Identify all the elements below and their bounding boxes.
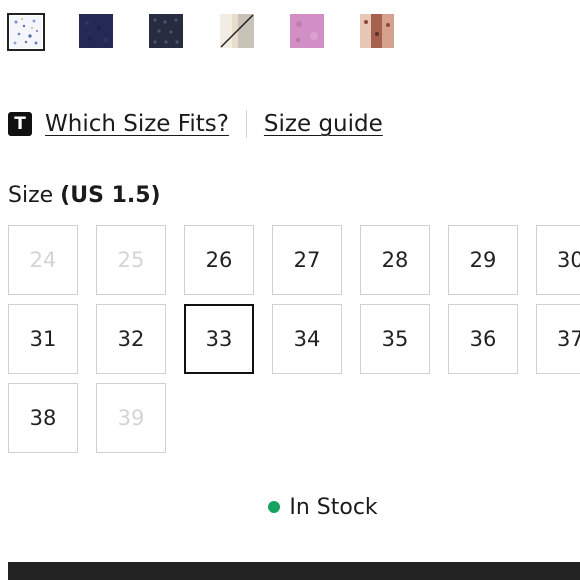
size-option-35[interactable]: 35 — [360, 304, 430, 374]
size-option-26[interactable]: 26 — [184, 225, 254, 295]
size-option-30[interactable]: 30 — [536, 225, 580, 295]
size-guide-link[interactable]: Size guide — [264, 111, 383, 137]
swatch-beige-unavailable[interactable] — [220, 14, 254, 48]
swatch-navy-dot[interactable] — [149, 14, 183, 48]
size-help-row: T Which Size Fits? Size guide — [8, 108, 383, 140]
color-swatches — [7, 13, 580, 52]
swatch-white-floral[interactable] — [7, 13, 45, 51]
size-option-34[interactable]: 34 — [272, 304, 342, 374]
swatch-brown-pattern[interactable] — [360, 14, 394, 48]
size-option-28[interactable]: 28 — [360, 225, 430, 295]
size-option-32[interactable]: 32 — [96, 304, 166, 374]
swatch-navy[interactable] — [79, 14, 113, 48]
size-option-25[interactable]: 25 — [96, 225, 166, 295]
size-option-33[interactable]: 33 — [184, 304, 254, 374]
which-size-fits-link[interactable]: Which Size Fits? — [45, 111, 229, 137]
in-stock-dot-icon — [268, 501, 281, 513]
t-logo-icon: T — [8, 112, 32, 136]
size-option-29[interactable]: 29 — [448, 225, 518, 295]
swatch-pink[interactable] — [290, 14, 324, 48]
size-option-36[interactable]: 36 — [448, 304, 518, 374]
add-to-bag-button[interactable] — [8, 562, 580, 580]
size-option-27[interactable]: 27 — [272, 225, 342, 295]
size-label-prefix: Size — [8, 183, 61, 208]
stock-text: In Stock — [289, 494, 378, 520]
selected-size-value: (US 1.5) — [60, 183, 161, 208]
stock-status: In Stock — [0, 494, 580, 520]
size-option-37[interactable]: 37 — [536, 304, 580, 374]
size-option-24[interactable]: 24 — [8, 225, 78, 295]
divider — [245, 110, 247, 138]
size-label: Size (US 1.5) — [8, 183, 161, 208]
size-option-38[interactable]: 38 — [8, 383, 78, 453]
size-option-39[interactable]: 39 — [96, 383, 166, 453]
size-option-31[interactable]: 31 — [8, 304, 78, 374]
